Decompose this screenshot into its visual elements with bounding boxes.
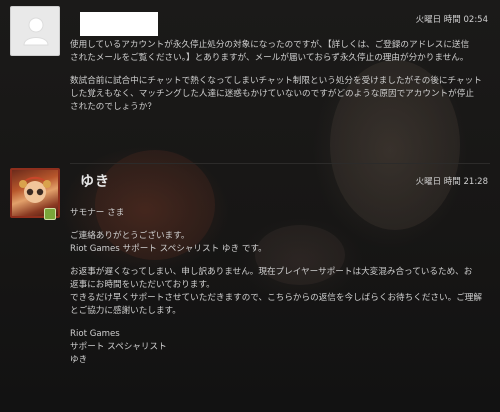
message-timestamp: 火曜日 時間 02:54 <box>415 15 488 25</box>
message-line: Riot Games サポート スペシャリスト ゆき です。 <box>70 244 267 254</box>
agent-avatar <box>10 168 60 220</box>
message-paragraph: 数試合前に試合中にチャットで熱くなってしまいチャット制限という処分を受けましたが… <box>70 75 488 114</box>
message-line: できるだけ早くサポートさせていただきますので、こちらからの返信を今しばらくお待ち… <box>70 293 482 303</box>
message-line: した覚えもなく、マッチングした人達に迷惑もかけていないのですがどのような原因でア… <box>70 89 474 99</box>
message-body: 使用しているアカウントが永久停止処分の対象になったのですが、【詳しくは、ご登録の… <box>70 39 488 124</box>
ticket-message: 火曜日 時間 02:54 使用しているアカウントが永久停止処分の対象になったので… <box>0 0 500 155</box>
default-avatar <box>10 6 60 56</box>
status-badge <box>44 208 56 220</box>
message-line: Riot Games <box>70 329 120 339</box>
message-timestamp: 火曜日 時間 21:28 <box>415 177 488 187</box>
message-line: とご協力に感謝いたします。 <box>70 306 181 316</box>
message-paragraph: サモナー さま <box>70 207 488 220</box>
support-reply: ゆき 火曜日 時間 21:28 サモナー さま ご連絡ありがとうございます。 R… <box>0 165 500 412</box>
message-line: サモナー さま <box>70 208 125 218</box>
message-paragraph: お返事が遅くなってしまい、申し訳ありません。現在プレイヤーサポートは大変混み合っ… <box>70 266 488 318</box>
message-body: サモナー さま ご連絡ありがとうございます。 Riot Games サポート ス… <box>70 207 488 377</box>
message-line: ゆき <box>70 355 88 365</box>
message-line: 使用しているアカウントが永久停止処分の対象になったのですが、【詳しくは、ご登録の… <box>70 40 470 50</box>
message-divider <box>70 163 490 164</box>
message-line: ご連絡ありがとうございます。 <box>70 231 190 241</box>
message-line: されたのでしょうか？ <box>70 102 156 112</box>
message-line: お返事が遅くなってしまい、申し訳ありません。現在プレイヤーサポートは大変混み合っ… <box>70 267 473 277</box>
message-line: されたメールをご覧ください。】とありますが、メールが届いておらず永久停止の理由が… <box>70 53 469 63</box>
user-silhouette-icon <box>23 17 49 46</box>
redacted-author-name <box>80 12 158 36</box>
message-paragraph: ご連絡ありがとうございます。 Riot Games サポート スペシャリスト ゆ… <box>70 230 488 256</box>
message-line: サポート スペシャリスト <box>70 342 167 352</box>
message-line: 返事にお時間をいただいております。 <box>70 280 215 290</box>
author-name: ゆき <box>80 174 110 190</box>
message-line: 数試合前に試合中にチャットで熱くなってしまいチャット制限という処分を受けましたが… <box>70 76 482 86</box>
message-paragraph: 使用しているアカウントが永久停止処分の対象になったのですが、【詳しくは、ご登録の… <box>70 39 488 65</box>
message-paragraph: Riot Games サポート スペシャリスト ゆき <box>70 328 488 367</box>
